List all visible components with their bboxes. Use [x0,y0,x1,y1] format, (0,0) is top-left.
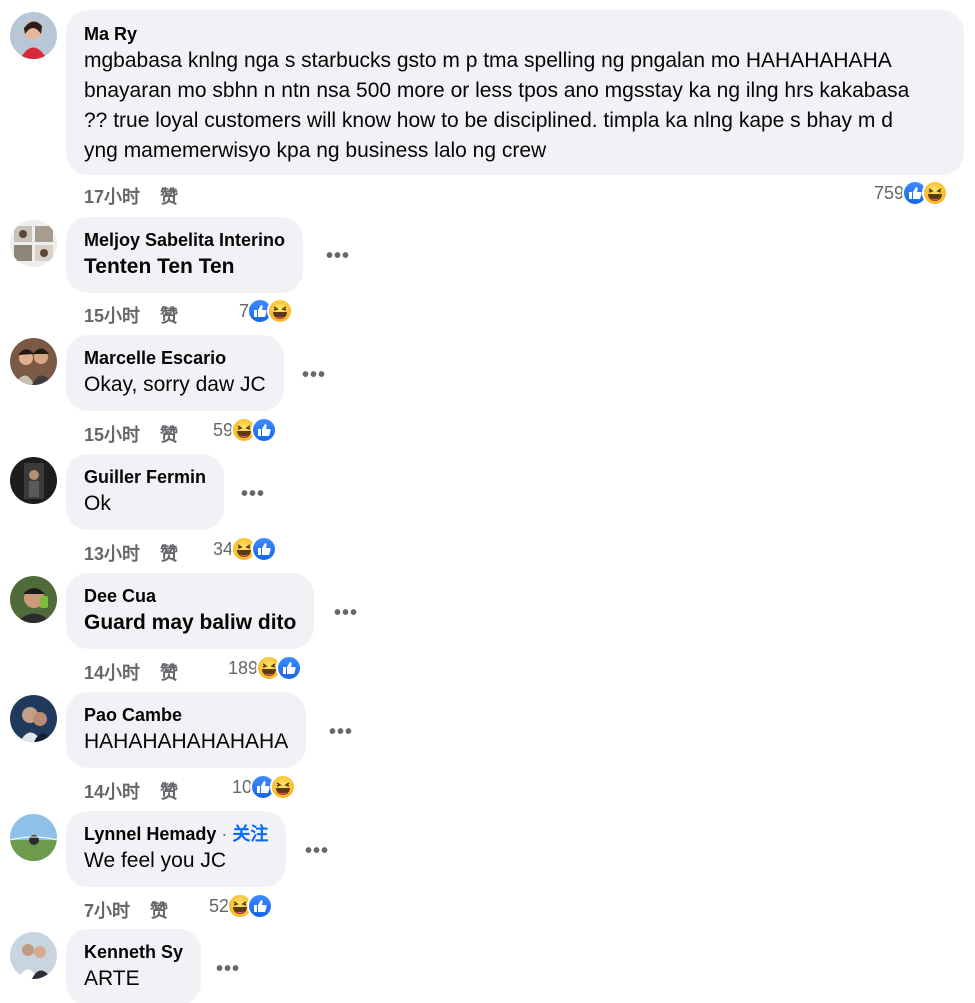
avatar[interactable] [10,932,57,979]
comment-bubble: Kenneth Sy ARTE [66,929,202,1003]
comment-author-row: Lynnel Hemady · 关注 [84,822,268,846]
comment-time[interactable]: 15小时 [84,306,140,326]
comment-time[interactable]: 7小时 [84,901,130,921]
more-options-button[interactable]: ••• [241,484,265,504]
like-icon [247,893,274,919]
comment-text-line: bnayaran mo sbhn n ntn nsa 500 more or l… [84,79,910,102]
more-options-button[interactable]: ••• [216,959,240,979]
comment-text: Ok [84,492,111,515]
comment-bubble: Marcelle Escario Okay, sorry daw JC [66,335,284,411]
more-options-button[interactable]: ••• [329,722,353,742]
reaction-count: 10 [232,776,253,797]
comment-text-line: mgbabasa knlng nga s starbucks gsto m p … [84,49,892,72]
comment-text: Okay, sorry daw JC [84,373,266,396]
like-icon [251,417,278,443]
reaction-count: 759 [874,182,905,203]
comment-bubble: Meljoy Sabelita Interino Tenten Ten Ten [66,217,304,293]
comment-time[interactable]: 15小时 [84,425,140,445]
reaction-summary[interactable]: 7 [239,297,294,325]
comment-bubble: Lynnel Hemady · 关注 We feel you JC [66,811,287,887]
comment-time[interactable]: 14小时 [84,782,140,802]
comment-actions: 13小时赞 [84,540,178,566]
haha-icon [270,774,297,800]
comment-actions: 7小时赞 [84,897,168,923]
follow-button[interactable]: 关注 [232,824,268,844]
reaction-count: 189 [228,657,259,678]
like-button[interactable]: 赞 [150,901,168,921]
reaction-count: 34 [213,538,234,559]
avatar[interactable] [10,220,57,267]
comment-author[interactable]: Guiller Fermin [84,465,206,489]
like-button[interactable]: 赞 [160,663,178,683]
reaction-summary[interactable]: 34 [213,535,278,563]
reaction-summary[interactable]: 52 [209,892,274,920]
comment-actions: 15小时赞 [84,421,178,447]
comment-bubble: Ma Ry mgbabasa knlng nga s starbucks gst… [66,10,964,175]
comment-text: We feel you JC [84,849,227,872]
comment-author[interactable]: Dee Cua [84,584,296,608]
avatar[interactable] [10,695,57,742]
comment-time[interactable]: 14小时 [84,663,140,683]
reaction-count: 52 [209,895,230,916]
haha-icon [922,180,949,206]
avatar[interactable] [10,457,57,504]
separator: · [216,824,233,844]
like-button[interactable]: 赞 [160,306,178,326]
comment-author[interactable]: Ma Ry [84,22,946,46]
comment-text-line: ?? true loyal customers will know how to… [84,109,893,132]
comment-author[interactable]: Lynnel Hemady [84,824,216,844]
comment-time[interactable]: 13小时 [84,544,140,564]
comment-time[interactable]: 17小时 [84,187,140,207]
like-button[interactable]: 赞 [160,187,178,207]
reaction-summary[interactable]: 759 [874,179,949,207]
haha-icon [267,298,294,324]
avatar[interactable] [10,338,57,385]
comment-actions: 14小时赞 [84,778,178,804]
comment-text: HAHAHAHAHAHAHA [84,730,289,753]
reaction-summary[interactable]: 10 [232,773,297,801]
avatar[interactable] [10,814,57,861]
like-icon [251,536,278,562]
comment-author[interactable]: Marcelle Escario [84,346,266,370]
reaction-count: 59 [213,419,234,440]
comment-author[interactable]: Kenneth Sy [84,940,183,964]
comment-text: Tenten Ten Ten [84,255,235,278]
reaction-summary[interactable]: 189 [228,654,303,682]
comment-bubble: Pao Cambe HAHAHAHAHAHAHA [66,692,307,768]
more-options-button[interactable]: ••• [302,365,326,385]
comment-text: Guard may baliw dito [84,611,297,634]
like-button[interactable]: 赞 [160,782,178,802]
comment-actions: 15小时赞 [84,302,178,328]
comment-bubble: Guiller Fermin Ok [66,454,225,530]
comment-text: ARTE [84,967,140,990]
more-options-button[interactable]: ••• [305,841,329,861]
avatar[interactable] [10,12,57,59]
comment-bubble: Dee Cua Guard may baliw dito [66,573,315,649]
more-options-button[interactable]: ••• [334,603,358,623]
avatar[interactable] [10,576,57,623]
comment-actions: 14小时赞 [84,659,178,685]
like-button[interactable]: 赞 [160,425,178,445]
more-options-button[interactable]: ••• [326,246,350,266]
comment-author[interactable]: Meljoy Sabelita Interino [84,228,285,252]
like-icon [276,655,303,681]
comment-author[interactable]: Pao Cambe [84,703,288,727]
comment-text-line: yng mamemerwisyo kpa ng business lalo ng… [84,139,547,162]
reaction-summary[interactable]: 59 [213,416,278,444]
comment-actions: 17小时赞 [84,183,178,209]
like-button[interactable]: 赞 [160,544,178,564]
